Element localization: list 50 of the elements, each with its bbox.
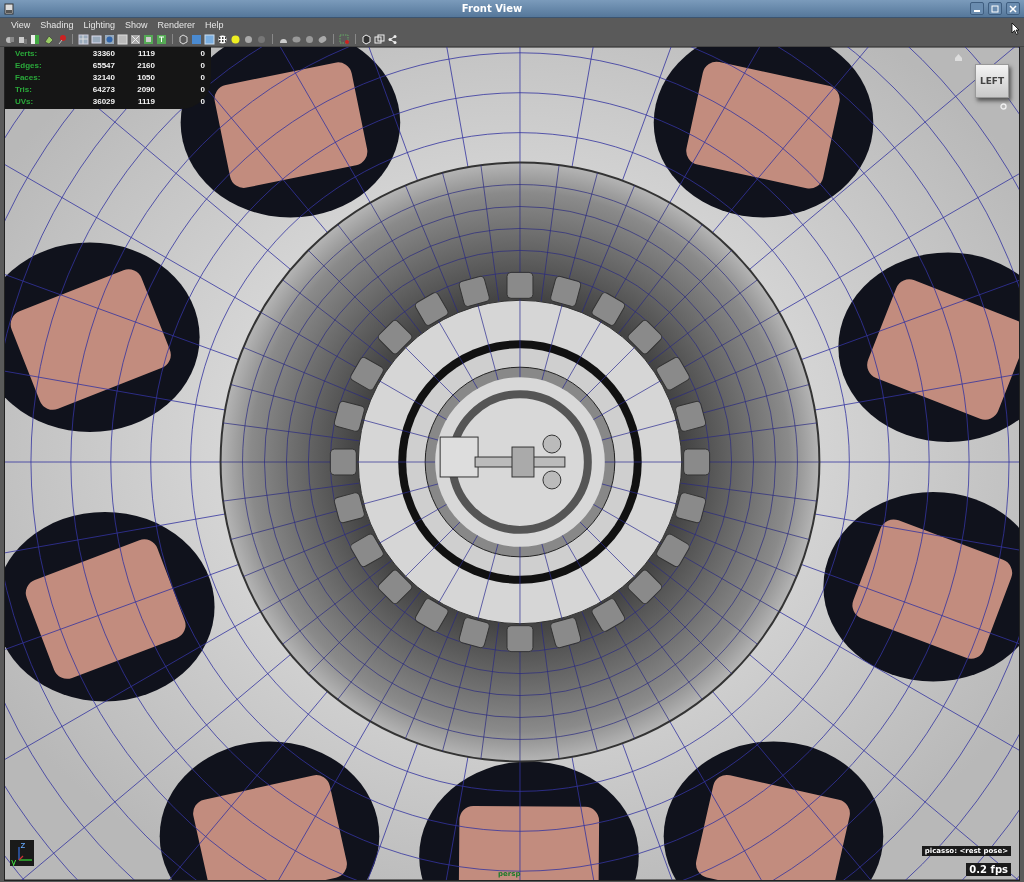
stat-value: 33360 xyxy=(91,49,115,58)
stat-value: 32140 xyxy=(91,73,115,82)
stat-value: 1119 xyxy=(137,97,155,106)
menu-item[interactable]: Help xyxy=(199,20,229,30)
view-cube[interactable]: LEFT xyxy=(975,64,1009,98)
menu-item[interactable]: Shading xyxy=(35,20,79,30)
share-icon[interactable] xyxy=(387,33,398,45)
axis-icon: z y xyxy=(10,840,34,866)
stat-value: 0 xyxy=(199,85,205,94)
maximize-icon xyxy=(991,4,999,13)
book-icon[interactable] xyxy=(30,33,41,45)
stat-value: 0 xyxy=(199,73,205,82)
minimize-button[interactable] xyxy=(970,2,984,15)
square-icon[interactable] xyxy=(117,33,128,45)
stat-value: 36029 xyxy=(91,97,115,106)
stat-label: UVs: xyxy=(15,97,35,106)
fps-readout: 0.2 fps xyxy=(966,863,1011,876)
sphere-icon[interactable] xyxy=(243,33,254,45)
windows-icon[interactable] xyxy=(374,33,385,45)
stat-value: 2090 xyxy=(136,85,155,94)
stat-value: 64273 xyxy=(91,85,115,94)
mouse-cursor-icon xyxy=(1011,22,1020,35)
close-icon xyxy=(1009,4,1017,13)
window-title: Front View xyxy=(460,3,524,14)
menu-item[interactable]: View xyxy=(6,20,36,30)
sphere-icon[interactable] xyxy=(104,33,115,45)
checker-ball-icon[interactable] xyxy=(217,33,228,45)
stat-label: Verts: xyxy=(15,49,39,58)
sphere-icon[interactable] xyxy=(317,33,328,45)
minimize-icon xyxy=(974,10,980,12)
stat-value: 0 xyxy=(199,61,205,70)
menu-item[interactable]: Renderer xyxy=(152,20,200,30)
stat-value: 1050 xyxy=(136,73,155,82)
menu-item[interactable]: Lighting xyxy=(78,20,120,30)
cross-icon[interactable] xyxy=(130,33,141,45)
text-icon[interactable] xyxy=(156,33,167,45)
stat-value: 0 xyxy=(199,49,205,58)
stat-label: Faces: xyxy=(15,73,42,82)
menu-item[interactable]: Show xyxy=(119,20,153,30)
close-button[interactable] xyxy=(1006,2,1020,15)
stat-value: 0 xyxy=(199,97,205,106)
stat-value: 65547 xyxy=(91,61,115,70)
app-icon xyxy=(4,2,14,15)
maximize-button[interactable] xyxy=(988,2,1002,15)
stat-label: Edges: xyxy=(15,61,43,70)
stat-value: 2160 xyxy=(136,61,155,70)
stat-label: Tris: xyxy=(15,85,33,94)
sphere-icon[interactable] xyxy=(304,33,315,45)
pin-icon[interactable] xyxy=(56,33,67,45)
stat-value: 1119 xyxy=(137,49,155,58)
